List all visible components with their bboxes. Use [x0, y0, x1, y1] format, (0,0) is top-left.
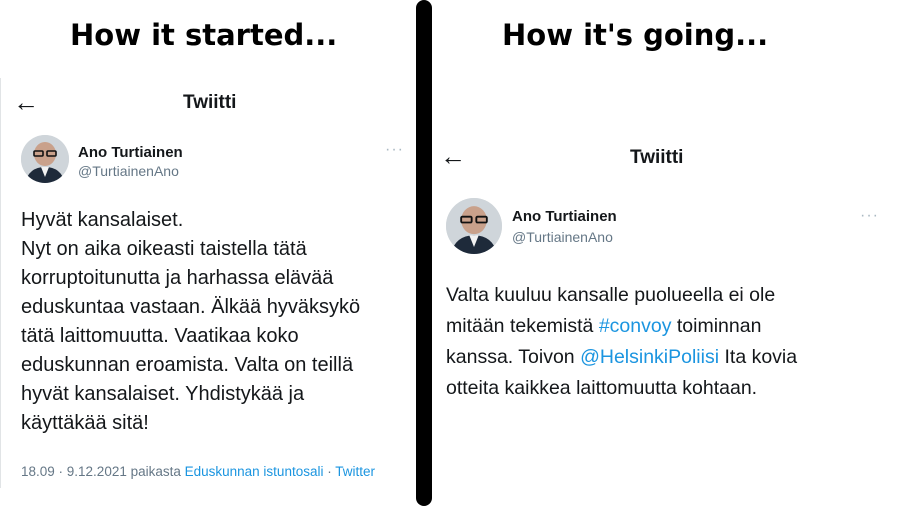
tweet-panel-left: ← Twiitti Ano Turtiainen @TurtiainenAno …	[0, 78, 409, 488]
tweet-text-fragment: mitään tekemistä	[446, 315, 599, 337]
meta-separator: ·	[323, 464, 336, 479]
tweet-text-fragment: kanssa. Toivon	[446, 346, 581, 368]
page-title: Twiitti	[183, 92, 237, 113]
center-divider	[416, 0, 432, 506]
tweet-source-link[interactable]: Twitter	[335, 464, 375, 479]
tweet-line: Nyt on aika oikeasti taistella tätä	[21, 238, 307, 260]
tweet-location-link[interactable]: Eduskunnan istuntosali	[185, 464, 324, 479]
author-name[interactable]: Ano Turtiainen	[512, 208, 617, 225]
more-options-icon[interactable]: ···	[385, 142, 404, 158]
tweet-text-fragment: toiminnan	[671, 315, 762, 337]
back-arrow-icon[interactable]: ←	[440, 143, 466, 169]
tweet-line: tätä laittomuutta. Vaatikaa koko	[21, 325, 299, 347]
tweet-line: Valta kuuluu kansalle puolueella ei ole	[446, 284, 776, 306]
tweet-meta: 18.09 · 9.12.2021 paikasta Eduskunnan is…	[21, 464, 375, 479]
tweet-line: otteita kaikkea laittomuutta kohtaan.	[446, 377, 758, 399]
tweet-line: hyvät kansalaiset. Yhdistykää ja	[21, 383, 305, 405]
author-name[interactable]: Ano Turtiainen	[78, 144, 183, 161]
tweet-line: Hyvät kansalaiset.	[21, 209, 184, 231]
page-title: Twiitti	[630, 147, 684, 168]
tweet-line: korruptoitunutta ja harhassa elävää	[21, 267, 334, 289]
tweet-text: Valta kuuluu kansalle puolueella ei ole …	[446, 280, 886, 404]
author-handle[interactable]: @TurtiainenAno	[78, 163, 179, 179]
tweet-text-fragment: Ita kovia	[719, 346, 798, 368]
author-handle[interactable]: @TurtiainenAno	[512, 229, 613, 245]
tweet-line: eduskunnan eroamista. Valta on teillä	[21, 354, 354, 376]
profile-photo	[21, 135, 69, 183]
tweet-panel-right: ← Twiitti Ano Turtiainen @TurtiainenAno …	[432, 128, 900, 448]
mention-link[interactable]: @HelsinkiPoliisi	[580, 346, 719, 368]
caption-right: How it's going...	[502, 18, 769, 52]
avatar[interactable]	[21, 135, 69, 183]
more-options-icon[interactable]: ···	[860, 208, 879, 224]
profile-photo	[446, 198, 502, 254]
caption-left: How it started...	[70, 18, 338, 52]
tweet-timestamp: 18.09 · 9.12.2021 paikasta	[21, 464, 185, 479]
tweet-line: käyttäkää sitä!	[21, 412, 149, 434]
tweet-line: eduskuntaa vastaan. Älkää hyväksykö	[21, 296, 361, 318]
hashtag-link[interactable]: #convoy	[599, 315, 672, 337]
back-arrow-icon[interactable]: ←	[13, 89, 39, 115]
tweet-text: Hyvät kansalaiset. Nyt on aika oikeasti …	[21, 206, 406, 438]
tweet-line: kanssa. Toivon @HelsinkiPoliisi Ita kovi…	[446, 342, 886, 373]
avatar[interactable]	[446, 198, 502, 254]
tweet-line: mitään tekemistä #convoy toiminnan	[446, 311, 886, 342]
